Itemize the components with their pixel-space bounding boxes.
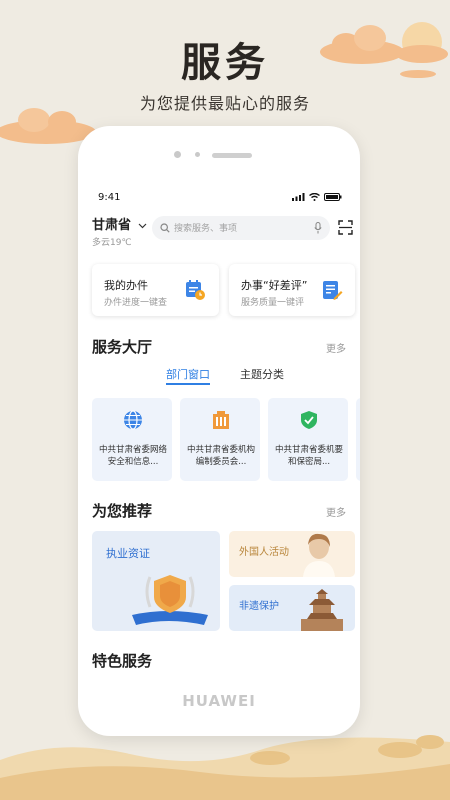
status-bar: 9:41: [78, 188, 360, 206]
recommend-label: 外国人活动: [239, 547, 289, 558]
microphone-icon[interactable]: [314, 222, 322, 234]
search-placeholder: 搜索服务、事项: [174, 224, 238, 234]
search-input[interactable]: 搜索服务、事项: [152, 216, 330, 240]
intangible-heritage-card[interactable]: 非遗保护: [229, 585, 355, 631]
document-edit-icon: [323, 281, 343, 300]
my-cases-card[interactable]: 我的办件 办件进度一键查: [92, 264, 219, 316]
building-icon: [213, 411, 229, 429]
department-card-partial[interactable]: [356, 398, 360, 481]
phone-mockup: 9:41 甘肃省 多云19℃ 搜索服务、事项 我的办件 办件进度一键查 办事“好…: [78, 126, 360, 736]
location-name: 甘肃省: [92, 218, 132, 233]
special-services-title: 特色服务: [92, 652, 153, 670]
app-screen: 9:41 甘肃省 多云19℃ 搜索服务、事项 我的办件 办件进度一键查 办事“好…: [78, 188, 360, 673]
practice-qualification-card[interactable]: 执业资证: [92, 531, 220, 631]
recommend-label: 非遗保护: [239, 601, 279, 612]
department-card[interactable]: 中共甘肃省委网络安全和信息...: [92, 398, 172, 481]
sun-cloud-decoration: [320, 22, 448, 78]
card-title: 办事“好差评”: [241, 279, 308, 292]
person-photo: [303, 533, 335, 577]
card-title: 我的办件: [104, 279, 148, 292]
card-subtitle: 办件进度一键查: [104, 298, 168, 308]
network-globe-icon: [124, 410, 142, 430]
tab-topic-category[interactable]: 主题分类: [240, 366, 284, 382]
status-time: 9:41: [98, 192, 121, 203]
service-hall-title: 服务大厅: [92, 338, 153, 356]
camera-icon: [174, 151, 181, 158]
scan-icon[interactable]: [338, 220, 353, 235]
department-name: 中共甘肃省委网络安全和信息...: [98, 445, 167, 467]
weather-text: 多云19℃: [92, 238, 132, 248]
signal-icon: [292, 193, 305, 201]
chevron-down-icon: [138, 223, 147, 229]
department-card[interactable]: 中共甘肃省委机构编制委员会...: [180, 398, 260, 481]
certificate-badge-icon: [132, 575, 208, 625]
pagoda-tower-image: [301, 589, 343, 631]
speaker-grille: [212, 153, 252, 158]
calendar-clock-icon: [186, 280, 205, 300]
sensor-icon: [195, 152, 200, 157]
department-card[interactable]: 中共甘肃省委机要和保密局...: [268, 398, 348, 481]
battery-icon: [324, 193, 342, 201]
phone-top-bezel: [78, 126, 360, 188]
department-name: 中共甘肃省委机构编制委员会...: [186, 445, 255, 467]
recommend-more-link[interactable]: 更多: [326, 504, 346, 519]
search-icon: [160, 223, 170, 233]
location-selector[interactable]: 甘肃省 多云19℃: [92, 214, 147, 248]
tab-department-window[interactable]: 部门窗口: [166, 366, 210, 382]
recommend-title: 为您推荐: [92, 502, 153, 520]
active-tab-indicator: [166, 383, 210, 385]
phone-brand-logo: HUAWEI: [182, 692, 256, 710]
shield-check-icon: [301, 411, 317, 429]
department-name: 中共甘肃省委机要和保密局...: [274, 445, 343, 467]
search-row: 甘肃省 多云19℃ 搜索服务、事项: [78, 212, 360, 248]
card-subtitle: 服务质量一键评: [241, 298, 305, 308]
recommend-label: 执业资证: [106, 547, 150, 560]
service-hall-more-link[interactable]: 更多: [326, 340, 346, 355]
foreigner-activities-card[interactable]: 外国人活动: [229, 531, 355, 577]
wifi-icon: [309, 193, 320, 201]
service-rating-card[interactable]: 办事“好差评” 服务质量一键评: [229, 264, 355, 316]
